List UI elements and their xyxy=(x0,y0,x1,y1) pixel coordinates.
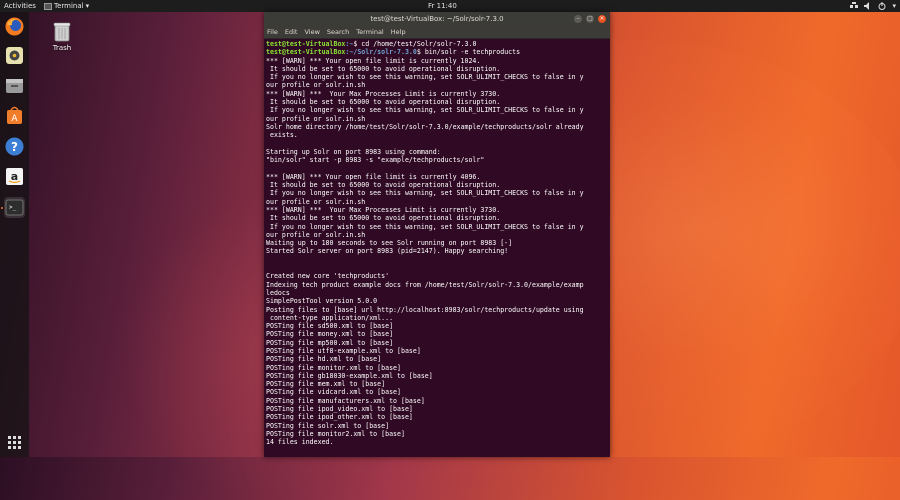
output-line: Started Solr server on port 8983 (pid=21… xyxy=(266,247,509,256)
rhythmbox-icon[interactable] xyxy=(4,45,25,66)
output-line: Waiting up to 180 seconds to see Solr ru… xyxy=(266,239,513,248)
output-line: POSTing file ipod_video.xml to [base] xyxy=(266,405,413,414)
maximize-button[interactable]: □ xyxy=(586,15,594,23)
svg-text:A: A xyxy=(11,114,18,124)
volume-icon xyxy=(864,2,870,10)
prompt-path: :~/Solr/solr-7.3.0 xyxy=(345,48,417,57)
network-icon xyxy=(850,2,859,8)
menu-help[interactable]: Help xyxy=(391,27,406,38)
close-button[interactable]: × xyxy=(598,15,606,23)
output-line: POSTing file mem.xml to [base] xyxy=(266,380,386,389)
output-line: POSTing file money.xml to [base] xyxy=(266,330,394,339)
terminal-titlebar[interactable]: test@test-VirtualBox: ~/Solr/solr-7.3.0 … xyxy=(264,12,610,27)
clock[interactable]: Fr 11:40 xyxy=(428,0,457,12)
app-menu[interactable]: Terminal ▾ xyxy=(44,0,89,12)
menu-file[interactable]: File xyxy=(267,27,278,38)
output-line: exists. xyxy=(266,131,298,140)
output-line: Posting files to [base] url http://local… xyxy=(266,305,584,314)
minimize-button[interactable]: – xyxy=(574,15,582,23)
svg-text:a: a xyxy=(11,170,18,183)
prompt-user: test@test-VirtualBox xyxy=(266,48,346,57)
menu-search[interactable]: Search xyxy=(327,27,349,38)
svg-text:>_: >_ xyxy=(9,204,17,211)
output-line: SimplePostTool version 5.0.0 xyxy=(266,297,378,306)
output-line: If you no longer wish to see this warnin… xyxy=(266,106,584,115)
output-line: our profile or solr.in.sh xyxy=(266,114,366,123)
prompt-command: $ cd /home/test/Solr/solr-7.3.0 xyxy=(353,40,477,48)
terminal-window[interactable]: test@test-VirtualBox: ~/Solr/solr-7.3.0 … xyxy=(264,12,610,457)
prompt-user: test@test-VirtualBox xyxy=(266,40,346,48)
help-icon[interactable]: ? xyxy=(4,136,25,157)
output-line: It should be set to 65000 to avoid opera… xyxy=(266,98,501,107)
active-indicator xyxy=(1,207,3,209)
prompt-line: test@test-VirtualBox:~/Solr/solr-7.3.0$ … xyxy=(266,48,608,56)
output-line: 14 files indexed. xyxy=(266,438,334,447)
output-line: If you no longer wish to see this warnin… xyxy=(266,189,584,198)
firefox-icon[interactable] xyxy=(4,16,25,37)
files-icon[interactable] xyxy=(4,75,25,96)
output-line: POSTing file solr.xml to [base] xyxy=(266,421,390,430)
prompt-command: $ bin/solr -e techproducts xyxy=(416,48,521,57)
dock: A ? a >_ xyxy=(0,12,29,457)
top-bar: Activities Terminal ▾ Fr 11:40 ▾ xyxy=(0,0,900,12)
output-line: our profile or solr.in.sh xyxy=(266,230,366,239)
system-tray[interactable]: ▾ xyxy=(850,0,896,12)
output-line: POSTing file monitor.xml to [base] xyxy=(266,363,401,372)
output-line: POSTing file mp500.xml to [base] xyxy=(266,338,394,347)
window-title: test@test-VirtualBox: ~/Solr/solr-7.3.0 xyxy=(370,15,504,23)
terminal-app-icon xyxy=(44,2,52,10)
output-line: Indexing tech product example docs from … xyxy=(266,280,584,289)
output-line: POSTing file manufacturers.xml to [base] xyxy=(266,396,425,405)
output-line: POSTing file monitor2.xml to [base] xyxy=(266,429,405,438)
output-line: ledocs xyxy=(266,288,290,297)
output-lines: *** [WARN] *** Your open file limit is c… xyxy=(266,57,608,447)
output-line: content-type application/xml... xyxy=(266,313,394,322)
output-line: POSTing file vidcard.xml to [base] xyxy=(266,388,401,397)
software-icon[interactable]: A xyxy=(4,105,25,126)
output-line: *** [WARN] *** Your open file limit is c… xyxy=(266,56,481,65)
prompt-line: test@test-VirtualBox:~$ cd /home/test/So… xyxy=(266,40,608,48)
output-line: Starting up Solr on port 8983 using comm… xyxy=(266,147,441,156)
menu-terminal[interactable]: Terminal xyxy=(356,27,383,38)
power-icon xyxy=(878,2,886,10)
output-line: POSTing file utf8-example.xml to [base] xyxy=(266,346,421,355)
output-line: If you no longer wish to see this warnin… xyxy=(266,73,584,82)
output-line: It should be set to 65000 to avoid opera… xyxy=(266,64,501,73)
output-line: *** [WARN] *** Your Max Processes Limit … xyxy=(266,205,501,214)
app-menu-label: Terminal xyxy=(54,2,84,10)
output-line: If you no longer wish to see this warnin… xyxy=(266,222,584,231)
menu-view[interactable]: View xyxy=(304,27,319,38)
output-line: *** [WARN] *** Your Max Processes Limit … xyxy=(266,89,501,98)
output-line: "bin/solr" start -p 8983 -s "example/tec… xyxy=(266,156,485,165)
trash-desktop-item[interactable]: Trash xyxy=(48,20,76,52)
output-line: Solr home directory /home/test/Solr/solr… xyxy=(266,122,584,131)
output-line: It should be set to 65000 to avoid opera… xyxy=(266,214,501,223)
output-line: our profile or solr.in.sh xyxy=(266,81,366,90)
trash-label: Trash xyxy=(52,44,72,52)
output-line: POSTing file sd500.xml to [base] xyxy=(266,322,394,331)
output-line: POSTing file hd.xml to [base] xyxy=(266,355,382,364)
trash-icon xyxy=(53,22,71,42)
output-line: POSTing file ipod_other.xml to [base] xyxy=(266,413,413,422)
menu-edit[interactable]: Edit xyxy=(285,27,298,38)
output-line: It should be set to 65000 to avoid opera… xyxy=(266,181,501,190)
output-line: *** [WARN] *** Your open file limit is c… xyxy=(266,172,481,181)
output-line: POSTing file gb18030-example.xml to [bas… xyxy=(266,371,433,380)
amazon-icon[interactable]: a xyxy=(4,166,25,187)
chevron-down-icon: ▾ xyxy=(85,2,90,10)
terminal-icon[interactable]: >_ xyxy=(4,197,25,218)
output-line: our profile or solr.in.sh xyxy=(266,197,366,206)
output-line: Created new core 'techproducts' xyxy=(266,272,390,281)
chevron-down-icon: ▾ xyxy=(892,2,896,10)
terminal-menubar: File Edit View Search Terminal Help xyxy=(264,27,610,39)
svg-text:?: ? xyxy=(11,140,18,154)
show-applications-icon[interactable] xyxy=(4,432,25,453)
activities-button[interactable]: Activities xyxy=(4,0,36,12)
terminal-output[interactable]: test@test-VirtualBox:~$ cd /home/test/So… xyxy=(264,39,610,458)
